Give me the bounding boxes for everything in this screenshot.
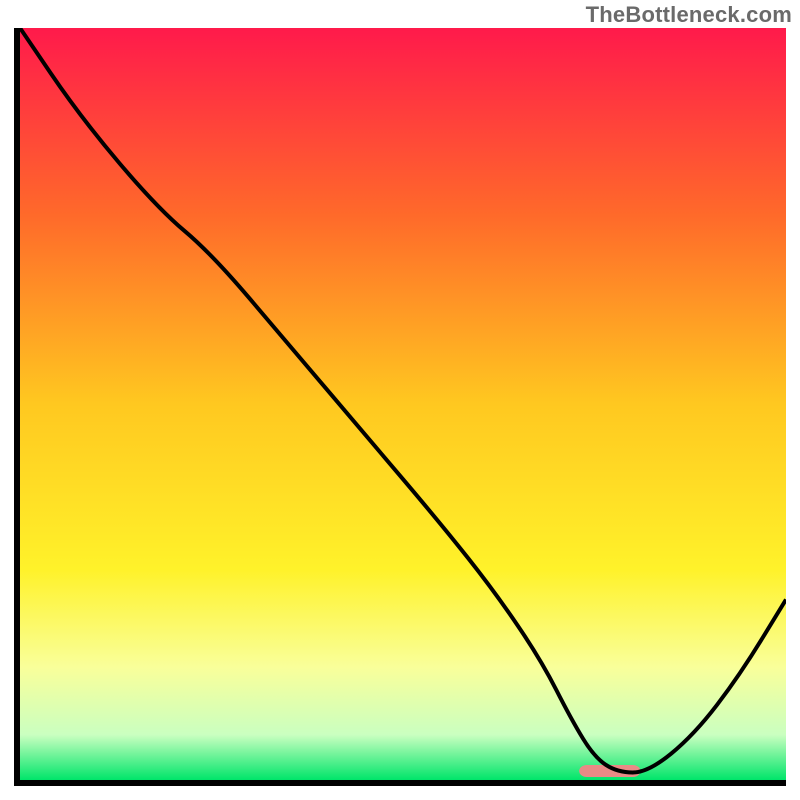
chart-background xyxy=(20,28,786,780)
watermark-text: TheBottleneck.com xyxy=(586,2,792,28)
bottleneck-chart xyxy=(20,28,786,780)
